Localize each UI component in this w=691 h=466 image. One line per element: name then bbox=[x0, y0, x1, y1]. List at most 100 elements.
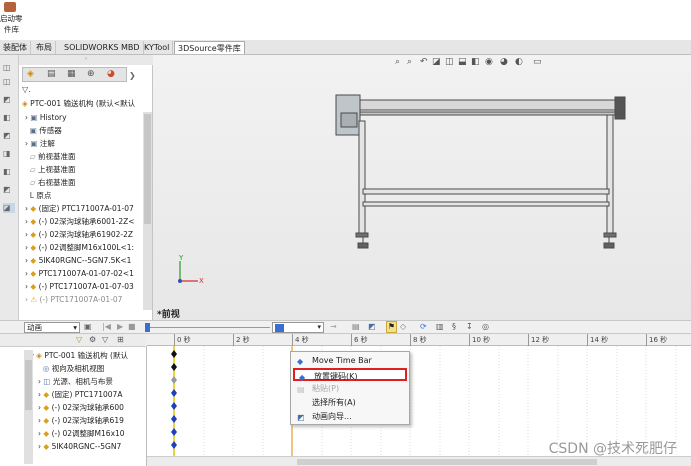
config-tab-icon[interactable]: ▦ bbox=[67, 69, 76, 79]
filter-results-icon[interactable]: ⊞ bbox=[117, 335, 124, 344]
tree-item-component[interactable]: › ◆ (-) 02深沟球轴承61902-2Z bbox=[25, 229, 149, 241]
tab-3dsource[interactable]: 3DSource零件库 bbox=[174, 41, 245, 54]
paste-icon: ▤ bbox=[297, 385, 305, 394]
warning-icon: ⚠ bbox=[30, 295, 38, 304]
motion-tree-item[interactable]: › ◆ (-) 02调整脚M16x10 bbox=[38, 428, 145, 440]
strip-icon[interactable]: ◪ bbox=[3, 203, 15, 213]
motion-tree-item[interactable]: › ◆ (-) 02深沟球轴承600 bbox=[38, 402, 145, 414]
motion-tree-item[interactable]: › ◆ (-) 02深沟球轴承619 bbox=[38, 415, 145, 427]
ribbon-area: 启动零 件库 bbox=[0, 0, 691, 40]
time-tick: 10 秒 bbox=[469, 334, 490, 346]
playback-slider[interactable] bbox=[145, 323, 270, 332]
tree-item-component[interactable]: › ◆ (-) PTC171007A-01-07-03 bbox=[25, 281, 149, 293]
filter-selected-icon[interactable]: ▽ bbox=[102, 335, 108, 344]
tree-item-component[interactable]: › ◆ 5IK40RGNC--5GN7.5K<1 bbox=[25, 255, 149, 267]
menu-item-place-key[interactable]: ◆ 放置键码(K) bbox=[293, 368, 407, 382]
dimxpert-tab-icon[interactable]: ⊕ bbox=[87, 69, 95, 79]
save-animation-icon[interactable]: ▤ bbox=[352, 322, 360, 331]
menu-item-move-time-bar[interactable]: ◆ Move Time Bar bbox=[293, 354, 407, 367]
motion-tree-root[interactable]: ▾ ◈ PTC-001 输送机构 (默认 bbox=[30, 350, 145, 362]
menu-item-select-all[interactable]: 选择所有(A) bbox=[293, 396, 407, 409]
tree-item-origin[interactable]: L 原点 bbox=[25, 190, 149, 202]
view-label: *前视 bbox=[157, 310, 180, 320]
stop-icon[interactable]: ■ bbox=[128, 322, 136, 331]
axis-y-label: Y bbox=[179, 254, 184, 262]
motor-icon[interactable]: ⟳ bbox=[420, 322, 427, 331]
key-point bbox=[171, 415, 177, 423]
feature-tree-tab-icon[interactable]: ◈ bbox=[27, 69, 34, 79]
tree-item-component[interactable]: › ◆ (固定) PTC171007A-01-07 bbox=[25, 203, 149, 215]
strip-icon[interactable]: ◫ bbox=[3, 77, 15, 87]
strip-icon[interactable]: ◩ bbox=[3, 95, 15, 105]
playback-mode-icon[interactable]: → bbox=[330, 322, 337, 331]
tree-item-component[interactable]: › ◆ PTC171007A-01-07-02<1 bbox=[25, 268, 149, 280]
motion-tree-item[interactable]: ◎ 视向及相机视图 bbox=[38, 363, 145, 375]
tab-assembly[interactable]: 装配体 bbox=[0, 41, 31, 54]
motion-tree-item[interactable]: › ◫ 光源、相机与布景 bbox=[38, 376, 145, 388]
panel-grip[interactable]: ◦ bbox=[19, 55, 153, 65]
conveyor-top-beam bbox=[356, 99, 620, 111]
time-ruler[interactable]: 0 秒 2 秒 4 秒 6 秒 8 秒 10 秒 12 秒 14 秒 16 秒 bbox=[147, 334, 691, 346]
motion-tree-item[interactable]: › ◆ (固定) PTC171007A bbox=[38, 389, 145, 401]
key-point bbox=[171, 376, 177, 384]
display-tab-icon[interactable]: ◕ bbox=[107, 69, 115, 79]
playback-speed-select[interactable]: ▾ bbox=[272, 322, 324, 333]
calculate-icon[interactable]: ▣ bbox=[84, 322, 92, 331]
menu-item-animation-wizard[interactable]: ◩ 动画向导... bbox=[293, 410, 407, 423]
play-icon[interactable]: ▶ bbox=[117, 322, 123, 331]
axis-triad bbox=[178, 261, 198, 283]
tree-item-component[interactable]: › ◆ (-) 02深沟球轴承6001-2Z< bbox=[25, 216, 149, 228]
animation-wizard-icon[interactable]: ◩ bbox=[368, 322, 376, 331]
graphics-area[interactable]: ⌕ ⌕ ↶ ◪ ◫ ⬓ ◧ ◉ ◕ ◐ ▭ Y X *前视 bbox=[153, 55, 691, 320]
animation-wizard-menu-icon: ◩ bbox=[297, 413, 305, 422]
ribbon-button-label-2[interactable]: 件库 bbox=[4, 24, 19, 35]
strip-icon[interactable]: ◫ bbox=[3, 63, 15, 73]
tree-item-top-plane[interactable]: ▱ 上视基准面 bbox=[25, 164, 149, 176]
motion-tree-scrollbar[interactable] bbox=[24, 350, 33, 464]
key-point bbox=[171, 428, 177, 436]
part-library-icon[interactable] bbox=[4, 2, 16, 12]
spring-icon[interactable]: ▥ bbox=[436, 322, 444, 331]
filter-driving-icon[interactable]: ⚙ bbox=[89, 335, 96, 344]
strip-icon[interactable]: ◧ bbox=[3, 167, 15, 177]
foot-left bbox=[357, 242, 369, 249]
autokey-icon[interactable]: ⚑ bbox=[386, 321, 397, 333]
tree-item-right-plane[interactable]: ▱ 右视基准面 bbox=[25, 177, 149, 189]
motion-tree-item[interactable]: › ◆ 5IK40RGNC--5GN7 bbox=[38, 441, 145, 453]
tree-scrollbar[interactable] bbox=[143, 112, 152, 310]
rewind-icon[interactable]: |◀ bbox=[102, 322, 111, 331]
strip-icon[interactable]: ◩ bbox=[3, 185, 15, 195]
tab-kytool[interactable]: KYTool bbox=[141, 41, 174, 54]
tree-item-front-plane[interactable]: ▱ 前视基准面 bbox=[25, 151, 149, 163]
time-tick: 2 秒 bbox=[233, 334, 250, 346]
filter-animated-icon[interactable]: ▽ bbox=[76, 335, 82, 344]
key-point bbox=[171, 389, 177, 397]
add-key-icon[interactable]: ◇ bbox=[400, 322, 406, 331]
time-tick: 8 秒 bbox=[410, 334, 427, 346]
key-point bbox=[171, 363, 177, 371]
assembly-icon: ◈ bbox=[22, 99, 28, 108]
tree-root[interactable]: ◈ PTC-001 输送机构 (默认<默认 bbox=[22, 98, 150, 110]
tab-mbd[interactable]: SOLIDWORKS MBD bbox=[61, 41, 144, 54]
tree-item-component-warning[interactable]: › ⚠ (-) PTC171007A-01-07 bbox=[25, 294, 149, 306]
tree-item-sensors[interactable]: ▣ 传感器 bbox=[25, 125, 149, 137]
ribbon-button-label-1[interactable]: 启动零 bbox=[0, 13, 23, 24]
filter-icon[interactable]: ▽. bbox=[22, 85, 31, 94]
gravity-icon[interactable]: ↧ bbox=[466, 322, 473, 331]
tree-item-annotations[interactable]: › ▣ 注解 bbox=[25, 138, 149, 150]
results-icon[interactable]: ◎ bbox=[482, 322, 489, 331]
study-type-select[interactable]: 动画 ▾ bbox=[24, 322, 80, 333]
tree-item-component[interactable]: › ◆ (-) 02调整脚M16x100L<1: bbox=[25, 242, 149, 254]
strip-icon[interactable]: ◧ bbox=[3, 113, 15, 123]
expand-arrow-icon[interactable]: ❯ bbox=[129, 71, 136, 80]
tree-root-label: PTC-001 输送机构 (默认<默认 bbox=[30, 99, 136, 108]
property-tab-icon[interactable]: ▤ bbox=[47, 69, 56, 79]
time-tick: 14 秒 bbox=[587, 334, 608, 346]
motion-manager-tree: ▽ ⚙ ▽ ⊞ ▾ ◈ PTC-001 输送机构 (默认 ◎ 视向及相机视图 ›… bbox=[0, 334, 147, 466]
tree-item-history[interactable]: › ▣ History bbox=[25, 112, 149, 124]
contact-icon[interactable]: § bbox=[452, 322, 456, 331]
strip-icon[interactable]: ◩ bbox=[3, 131, 15, 141]
right-leg bbox=[606, 114, 614, 234]
strip-icon[interactable]: ◨ bbox=[3, 149, 15, 159]
tab-layout[interactable]: 布局 bbox=[33, 41, 56, 54]
